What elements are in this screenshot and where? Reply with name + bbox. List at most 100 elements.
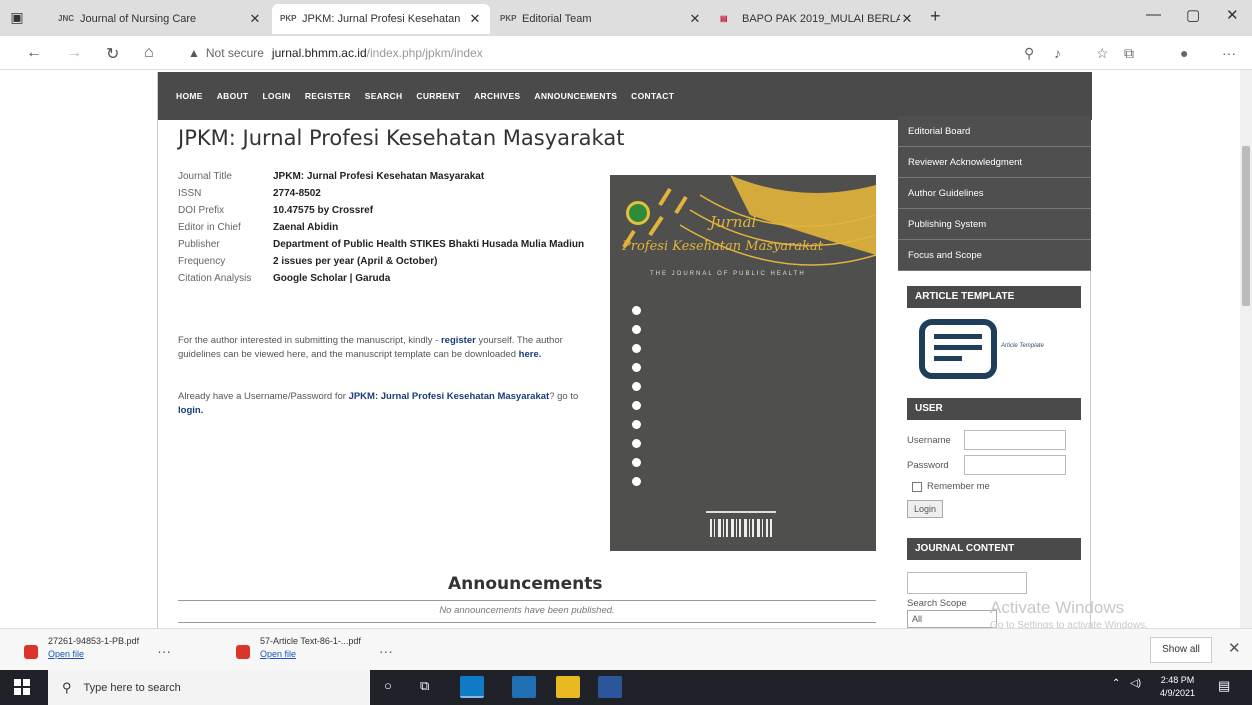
menu-icon[interactable]: ··· <box>1222 45 1236 61</box>
nav-search[interactable]: SEARCH <box>365 91 403 101</box>
download-info: 27261-94853-1-PB.pdf Open file <box>48 635 139 661</box>
download-name: 27261-94853-1-PB.pdf <box>48 636 140 646</box>
warning-icon[interactable]: ▲ <box>188 41 200 65</box>
search-input[interactable] <box>907 572 1027 594</box>
tab-editorial-team[interactable]: PKP Editorial Team ✕ <box>492 4 710 34</box>
collections-icon[interactable]: ⧉ <box>1124 45 1134 62</box>
more-icon[interactable]: ··· <box>157 643 171 659</box>
show-all-button[interactable]: Show all <box>1150 637 1212 663</box>
remember-checkbox[interactable] <box>912 482 922 492</box>
search-icon[interactable]: ⚲ <box>1024 45 1034 62</box>
word-icon[interactable] <box>598 676 622 698</box>
edge-icon[interactable] <box>460 676 484 698</box>
info-value: Department of Public Health STIKES Bhakt… <box>273 239 585 250</box>
sidebar-item-editorial-board[interactable]: Editorial Board <box>898 116 1091 147</box>
sidebar-item-author-guidelines[interactable]: Author Guidelines <box>898 178 1091 209</box>
read-aloud-icon[interactable]: ♪ <box>1054 45 1061 61</box>
url-field[interactable]: ▲ Not secure jurnal.bhmm.ac.id /index.ph… <box>188 41 1048 65</box>
close-icon[interactable]: ✕ <box>1228 639 1241 657</box>
nav-announcements[interactable]: ANNOUNCEMENTS <box>534 91 617 101</box>
tab-title: Journal of Nursing Care <box>80 13 197 25</box>
tab-title: Editorial Team <box>522 13 592 25</box>
tab-actions-icon[interactable]: ▣ <box>8 8 26 26</box>
profile-icon[interactable]: ● <box>1180 45 1188 61</box>
notifications-icon[interactable]: ▤ <box>1218 678 1230 694</box>
username-input[interactable] <box>964 430 1066 450</box>
minimize-icon[interactable]: — <box>1146 6 1161 23</box>
cover-bullet <box>632 301 653 320</box>
nav-current[interactable]: CURRENT <box>416 91 460 101</box>
sidebar-item-focus-scope[interactable]: Focus and Scope <box>898 240 1091 271</box>
journal-name: JPKM: Jurnal Profesi Kesehatan Masyaraka… <box>348 391 550 402</box>
info-value: 2 issues per year (April & October) <box>273 256 438 267</box>
page-scrollbar[interactable] <box>1240 70 1252 628</box>
close-icon[interactable]: ✕ <box>900 11 914 27</box>
cover-bullet <box>632 358 653 377</box>
more-icon[interactable]: ··· <box>379 643 393 659</box>
cover-bullets <box>632 301 653 491</box>
cortana-icon[interactable]: ○ <box>384 678 392 693</box>
close-icon[interactable]: ✕ <box>468 11 482 27</box>
document-icon[interactable] <box>918 318 998 380</box>
nav-login[interactable]: LOGIN <box>262 91 290 101</box>
sidebar-item-publishing-system[interactable]: Publishing System <box>898 209 1091 240</box>
info-key: Journal Title <box>178 171 232 182</box>
cover-title: Profesi Kesehatan Masyarakat <box>622 239 823 254</box>
open-file-link[interactable]: Open file <box>260 647 361 661</box>
url-path: /index.php/jpkm/index <box>366 46 483 60</box>
close-icon[interactable]: ✕ <box>688 11 702 27</box>
nav-about[interactable]: ABOUT <box>217 91 249 101</box>
taskbar-clock[interactable]: 2:48 PM 4/9/2021 <box>1160 674 1195 700</box>
login-link[interactable]: login. <box>178 405 203 416</box>
cover-bullet <box>632 415 653 434</box>
file-explorer-icon[interactable] <box>556 676 580 698</box>
article-template-label[interactable]: Article Template <box>1001 342 1044 350</box>
volume-icon[interactable]: ◁) <box>1130 678 1141 689</box>
back-icon[interactable]: ← <box>26 44 42 62</box>
template-link[interactable]: here. <box>519 349 542 360</box>
divider <box>178 600 876 601</box>
tab-jpkm[interactable]: PKP JPKM: Jurnal Profesi Kesehatan ✕ <box>272 4 490 34</box>
info-value[interactable]: 10.47575 by Crossref <box>273 205 598 216</box>
nav-register[interactable]: REGISTER <box>305 91 351 101</box>
sidebar-item-reviewer-ack[interactable]: Reviewer Acknowledgment <box>898 147 1091 178</box>
download-item[interactable]: 57-Article Text-86-1-...pdf Open file ··… <box>236 635 393 665</box>
nav-contact[interactable]: CONTACT <box>631 91 674 101</box>
info-value[interactable]: Google Scholar | Garuda <box>273 273 598 284</box>
tab-bapo-pak[interactable]: ▤ BAPO PAK 2019_MULAI BERLAKU ✕ <box>712 4 922 34</box>
open-file-link[interactable]: Open file <box>48 647 139 661</box>
close-icon[interactable]: ✕ <box>248 11 262 27</box>
home-icon[interactable]: ⌂ <box>144 44 154 62</box>
new-tab-icon[interactable]: + <box>930 6 941 27</box>
remember-label: Remember me <box>927 481 990 492</box>
download-item[interactable]: 27261-94853-1-PB.pdf Open file ··· <box>24 635 171 665</box>
password-label: Password <box>907 460 949 471</box>
info-value: 2774-8502 <box>273 188 321 199</box>
nav-home[interactable]: HOME <box>176 91 203 101</box>
password-input[interactable] <box>964 455 1066 475</box>
taskbar-search[interactable]: ⚲ Type here to search <box>48 670 370 705</box>
window-close-icon[interactable]: ✕ <box>1226 6 1239 24</box>
url-host: jurnal.bhmm.ac.id <box>271 46 367 60</box>
task-view-icon[interactable]: ⧉ <box>420 678 429 694</box>
tray-chevron-icon[interactable]: ⌃ <box>1112 678 1120 689</box>
submission-paragraph: For the author interested in submitting … <box>178 334 588 362</box>
cover-subtitle: THE JOURNAL OF PUBLIC HEALTH <box>650 271 806 277</box>
refresh-icon[interactable]: ↻ <box>106 44 119 64</box>
tab-journal-nursing[interactable]: JNC Journal of Nursing Care ✕ <box>50 4 270 34</box>
info-key: Citation Analysis <box>178 273 252 284</box>
scrollbar-thumb[interactable] <box>1242 146 1250 306</box>
journal-content-heading: JOURNAL CONTENT <box>907 538 1081 560</box>
windows-start-icon[interactable] <box>14 679 30 695</box>
maximize-icon[interactable]: ▢ <box>1186 6 1200 24</box>
register-link[interactable]: register <box>441 335 476 346</box>
para-text: Already have a Username/Password for <box>178 391 349 402</box>
favorites-icon[interactable]: ☆ <box>1096 45 1109 62</box>
store-icon[interactable] <box>512 676 536 698</box>
institution-logo <box>626 201 650 225</box>
nav-archives[interactable]: ARCHIVES <box>474 91 520 101</box>
login-button[interactable]: Login <box>907 500 943 518</box>
search-scope-select[interactable]: All <box>907 610 997 628</box>
browser-tab-bar: ▣ JNC Journal of Nursing Care ✕ PKP JPKM… <box>0 0 1252 36</box>
forward-icon[interactable]: → <box>66 44 82 62</box>
